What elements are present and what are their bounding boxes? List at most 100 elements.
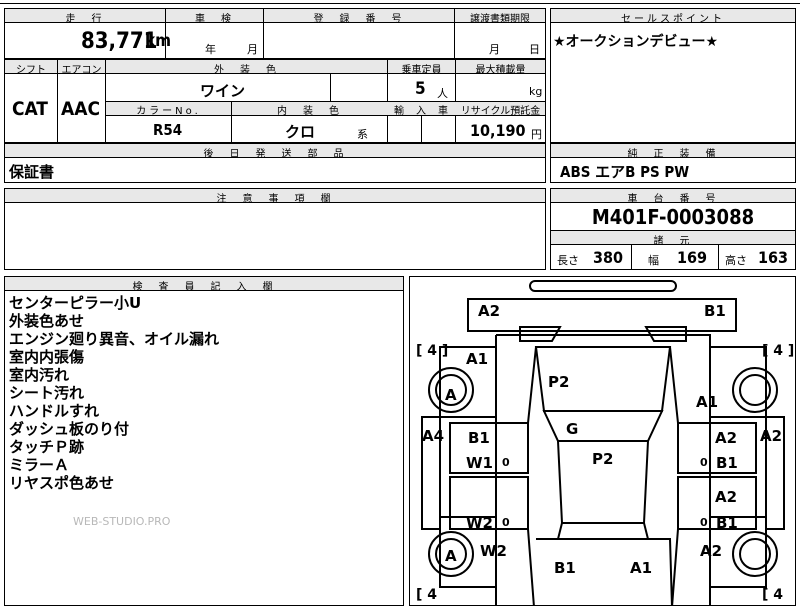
tire-tread-front-left: [ 4 ]: [416, 343, 448, 359]
mark-p2-hood: P2: [548, 373, 569, 391]
exterior-color-label: 外 装 色: [214, 65, 279, 76]
genuine-equipment-label: 純 正 装 備: [627, 149, 719, 160]
specs-label: 諸 元: [653, 236, 693, 247]
length-value: 380: [593, 248, 624, 267]
front-bumper: [529, 280, 677, 292]
sales-point-text: ★オークションデビュー★: [553, 34, 719, 50]
shift-label: シフト: [16, 65, 46, 76]
max-load-unit: kg: [529, 85, 543, 98]
mark-w2-left-door: W2: [466, 514, 493, 532]
interior-color-unit: 系: [357, 128, 368, 141]
note-item: タッチＰ跡: [9, 438, 85, 456]
note-item: ミラーＡ: [9, 456, 70, 474]
import-car-label: 輸 入 車: [394, 106, 449, 117]
interior-color-value: クロ: [285, 123, 316, 141]
sales-point-box: セールスポイント ★オークションデビュー★: [550, 8, 796, 143]
color-no-value: R54: [153, 121, 183, 139]
tire-tread-front-right: [ 4 ]: [762, 343, 794, 359]
max-load-label: 最大積載量: [475, 65, 526, 76]
top-edge-line: [0, 3, 800, 4]
mark-a2-right-rear-door: A2: [715, 488, 737, 506]
rear-window: [556, 522, 650, 540]
capacity-value: 5: [415, 79, 426, 99]
mark-a4-left: A4: [422, 427, 444, 445]
later-shipped-parts-value: 保証書: [9, 163, 55, 181]
tire-tread-rear-left: [ 4: [416, 587, 437, 603]
inspector-notes-label: 検 査 員 記 入 欄: [132, 282, 276, 293]
genuine-equipment-box: 純 正 装 備 ABS エアB PS PW: [550, 143, 796, 183]
note-item: 外装色あせ: [9, 312, 85, 330]
mark-a1-left: A1: [466, 350, 488, 368]
inspector-notes-box: 検 査 員 記 入 欄 センターピラー小U 外装色あせ エンジン廻り異音、オイル…: [4, 276, 404, 606]
height-value: 163: [758, 248, 789, 267]
color-no-label: カラーNo.: [136, 106, 201, 117]
later-shipped-parts-box: 後 日 発 送 部 品 保証書: [4, 143, 546, 183]
mark-w2-rear: W2: [480, 542, 507, 560]
transfer-month: 月: [489, 43, 500, 56]
rear-pillars: [527, 528, 679, 605]
recycle-deposit-value: 10,190: [470, 121, 526, 140]
car-diagram-box: [ 4 ] [ 4 ] [ 4 [ 4 A2 B1 A1 A P2 A1 G A…: [409, 276, 796, 606]
note-item: 室内汚れ: [9, 366, 70, 384]
later-shipped-parts-label: 後 日 発 送 部 品: [203, 149, 347, 160]
note-item: シート汚れ: [9, 384, 85, 402]
transfer-day: 日: [529, 43, 540, 56]
chassis-specs-box: 車 台 番 号 M401F-0003088 諸 元 長さ 380 幅 169 高…: [550, 188, 796, 270]
mark-w1: W1: [466, 454, 493, 472]
inspector-notes-list: センターピラー小U 外装色あせ エンジン廻り異音、オイル漏れ 室内内張傷 室内汚…: [9, 294, 219, 492]
capacity-label: 乗車定員: [401, 65, 442, 76]
mark-g-windshield: G: [566, 420, 578, 438]
caution-notes-box: 注 意 事 項 欄: [4, 188, 546, 270]
chassis-number-value: M401F-0003088: [591, 205, 755, 229]
length-label: 長さ: [557, 254, 579, 267]
interior-color-label: 内 装 色: [277, 106, 342, 117]
note-item: ダッシュ板のり付: [9, 420, 130, 438]
shift-value: CAT: [12, 98, 48, 120]
inspection-year: 年: [205, 43, 216, 56]
registration-label: 登 録 番 号: [313, 14, 405, 25]
mark-a2-right-side: A2: [760, 427, 782, 445]
spec-grid-box: シフト エアコン 外 装 色 乗車定員 最大積載量 CAT AAC ワイン 5 …: [4, 59, 546, 143]
caution-notes-label: 注 意 事 項 欄: [216, 194, 334, 205]
mark-zero-4: 0: [700, 516, 708, 529]
mileage-label: 走 行: [65, 14, 105, 25]
mark-b1-left-door: B1: [468, 429, 490, 447]
note-item: リヤスポ色あせ: [9, 474, 115, 492]
mark-a-rear-wheel: A: [445, 547, 457, 565]
mark-b1-rear: B1: [554, 559, 576, 577]
vehicle-info-box: 走 行 車 検 登 録 番 号 譲渡書類期限 83,771 km 年 月 月 日: [4, 8, 546, 59]
genuine-equipment-value: ABS エアB PS PW: [560, 163, 690, 181]
recycle-deposit-unit: 円: [531, 128, 542, 141]
mark-zero-2: 0: [700, 456, 708, 469]
mileage-unit: km: [145, 31, 172, 51]
inspection-month: 月: [247, 43, 258, 56]
mark-a1-rear: A1: [630, 559, 652, 577]
exterior-color-value: ワイン: [200, 82, 246, 100]
car-diagram-svg: [ 4 ] [ 4 ] [ 4 [ 4 A2 B1 A1 A P2 A1 G A…: [416, 280, 794, 605]
mark-b1-front-right: B1: [704, 302, 726, 320]
inspection-label: 車 検: [195, 14, 234, 25]
mark-a1-right: A1: [696, 393, 718, 411]
mark-a2-right-door: A2: [715, 429, 737, 447]
mark-zero-3: 0: [502, 516, 510, 529]
ac-value: AAC: [61, 98, 101, 120]
chassis-number-label: 車 台 番 号: [627, 194, 719, 205]
mark-p2-roof: P2: [592, 450, 613, 468]
note-item: ハンドルすれ: [9, 402, 100, 420]
width-label: 幅: [648, 254, 659, 267]
tire-tread-rear-right: [ 4: [762, 587, 783, 603]
width-value: 169: [677, 248, 708, 267]
mark-zero-1: 0: [502, 456, 510, 469]
mark-a2-rear-right: A2: [700, 542, 722, 560]
mark-a-front-wheel: A: [445, 386, 457, 404]
front-panel: [467, 298, 737, 332]
ac-label: エアコン: [61, 65, 102, 76]
windshield: [542, 410, 664, 442]
note-item: 室内内張傷: [9, 348, 85, 366]
height-label: 高さ: [725, 254, 747, 267]
capacity-unit: 人: [437, 87, 448, 100]
mark-a2-front-left: A2: [478, 302, 500, 320]
note-item: エンジン廻り異音、オイル漏れ: [9, 330, 220, 348]
sales-point-label: セールスポイント: [621, 14, 725, 25]
mark-b1-right-door: B1: [716, 454, 738, 472]
